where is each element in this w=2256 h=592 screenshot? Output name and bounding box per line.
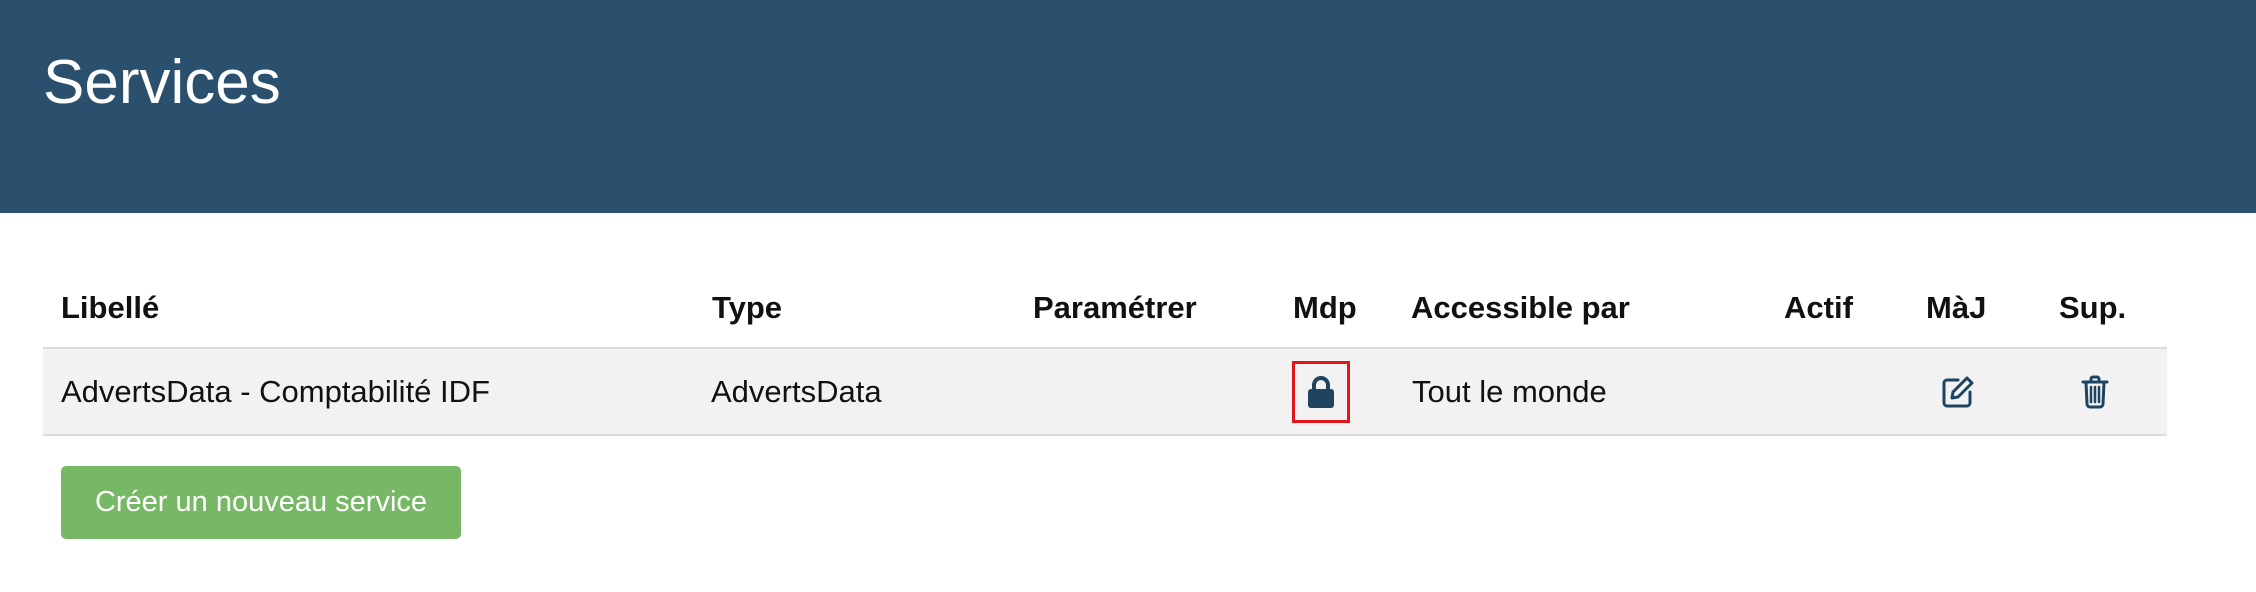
delete-button[interactable]	[2079, 374, 2111, 410]
edit-icon	[1942, 376, 1974, 407]
header-maj: MàJ	[1926, 290, 1987, 325]
header-actif: Actif	[1784, 290, 1853, 325]
header-parametrer: Paramétrer	[1033, 290, 1197, 325]
cell-accessible-par: Tout le monde	[1412, 373, 1607, 409]
cell-sup	[2079, 349, 2111, 434]
lock-icon	[1308, 375, 1334, 408]
header-libelle: Libellé	[61, 290, 160, 325]
password-lock-button[interactable]	[1292, 360, 1350, 423]
header-accessible-par: Accessible par	[1411, 290, 1630, 325]
services-table: Libellé Type Paramétrer Mdp Accessible p…	[43, 260, 2167, 436]
cell-maj	[1940, 349, 1976, 434]
header-sup: Sup.	[2059, 290, 2127, 325]
edit-button[interactable]	[1940, 374, 1976, 410]
cell-libelle: AdvertsData - Comptabilité IDF	[61, 373, 490, 409]
cell-type: AdvertsData	[711, 373, 882, 409]
cell-mdp	[1292, 349, 1350, 434]
create-service-button[interactable]: Créer un nouveau service	[61, 466, 461, 539]
page-header: Services	[0, 0, 2256, 213]
table-row: AdvertsData - Comptabilité IDF AdvertsDa…	[43, 349, 2167, 436]
page-title: Services	[43, 48, 281, 117]
trash-icon	[2081, 375, 2109, 408]
table-header: Libellé Type Paramétrer Mdp Accessible p…	[43, 260, 2167, 349]
header-mdp: Mdp	[1293, 290, 1357, 325]
header-type: Type	[712, 290, 783, 325]
